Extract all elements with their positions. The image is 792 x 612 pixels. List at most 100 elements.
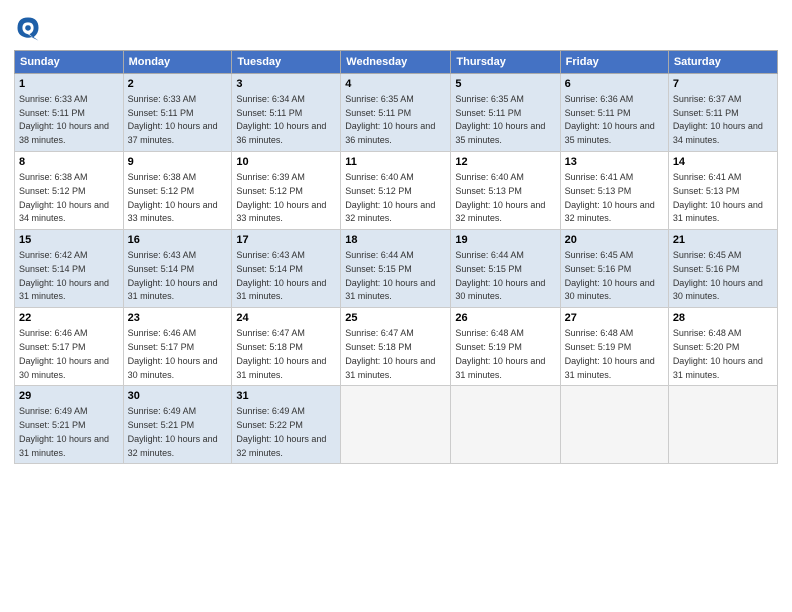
calendar-cell: 5 Sunrise: 6:35 AMSunset: 5:11 PMDaylight… bbox=[451, 74, 560, 152]
day-number: 24 bbox=[236, 311, 336, 326]
calendar-week-3: 15 Sunrise: 6:42 AMSunset: 5:14 PMDayligh… bbox=[15, 230, 778, 308]
day-detail: Sunrise: 6:48 AMSunset: 5:20 PMDaylight:… bbox=[673, 328, 763, 379]
day-detail: Sunrise: 6:49 AMSunset: 5:22 PMDaylight:… bbox=[236, 406, 326, 457]
day-number: 6 bbox=[565, 77, 664, 92]
day-detail: Sunrise: 6:41 AMSunset: 5:13 PMDaylight:… bbox=[565, 172, 655, 223]
calendar-cell bbox=[668, 386, 777, 464]
calendar-cell: 4 Sunrise: 6:35 AMSunset: 5:11 PMDaylight… bbox=[341, 74, 451, 152]
calendar-cell: 8Sunrise: 6:38 AMSunset: 5:12 PMDaylight… bbox=[15, 152, 124, 230]
day-number: 7 bbox=[673, 77, 773, 92]
calendar-cell: 27Sunrise: 6:48 AMSunset: 5:19 PMDayligh… bbox=[560, 308, 668, 386]
day-detail: Sunrise: 6:47 AMSunset: 5:18 PMDaylight:… bbox=[236, 328, 326, 379]
day-number: 27 bbox=[565, 311, 664, 326]
calendar-week-4: 22 Sunrise: 6:46 AMSunset: 5:17 PMDayligh… bbox=[15, 308, 778, 386]
calendar-week-1: 1 Sunrise: 6:33 AMSunset: 5:11 PMDaylight… bbox=[15, 74, 778, 152]
day-number: 22 bbox=[19, 311, 119, 326]
day-detail: Sunrise: 6:33 AMSunset: 5:11 PMDaylight:… bbox=[19, 94, 109, 145]
calendar-header-tuesday: Tuesday bbox=[232, 51, 341, 74]
day-detail: Sunrise: 6:35 AMSunset: 5:11 PMDaylight:… bbox=[345, 94, 435, 145]
day-number: 15 bbox=[19, 233, 119, 248]
calendar-header-monday: Monday bbox=[123, 51, 232, 74]
calendar-cell: 14 Sunrise: 6:41 AMSunset: 5:13 PMDayligh… bbox=[668, 152, 777, 230]
day-number: 18 bbox=[345, 233, 446, 248]
header bbox=[14, 10, 778, 42]
calendar-cell: 15 Sunrise: 6:42 AMSunset: 5:14 PMDayligh… bbox=[15, 230, 124, 308]
calendar-header-saturday: Saturday bbox=[668, 51, 777, 74]
calendar-cell: 19 Sunrise: 6:44 AMSunset: 5:15 PMDayligh… bbox=[451, 230, 560, 308]
calendar-cell: 20Sunrise: 6:45 AMSunset: 5:16 PMDayligh… bbox=[560, 230, 668, 308]
day-number: 30 bbox=[128, 389, 228, 404]
calendar-cell: 28 Sunrise: 6:48 AMSunset: 5:20 PMDayligh… bbox=[668, 308, 777, 386]
day-number: 31 bbox=[236, 389, 336, 404]
day-detail: Sunrise: 6:39 AMSunset: 5:12 PMDaylight:… bbox=[236, 172, 326, 223]
calendar-cell: 18 Sunrise: 6:44 AMSunset: 5:15 PMDayligh… bbox=[341, 230, 451, 308]
day-number: 19 bbox=[455, 233, 555, 248]
day-detail: Sunrise: 6:46 AMSunset: 5:17 PMDaylight:… bbox=[128, 328, 218, 379]
day-detail: Sunrise: 6:49 AMSunset: 5:21 PMDaylight:… bbox=[19, 406, 109, 457]
day-number: 23 bbox=[128, 311, 228, 326]
day-detail: Sunrise: 6:44 AMSunset: 5:15 PMDaylight:… bbox=[455, 250, 545, 301]
day-number: 17 bbox=[236, 233, 336, 248]
logo-icon bbox=[14, 14, 42, 42]
day-number: 13 bbox=[565, 155, 664, 170]
calendar-cell: 24 Sunrise: 6:47 AMSunset: 5:18 PMDayligh… bbox=[232, 308, 341, 386]
day-number: 1 bbox=[19, 77, 119, 92]
day-number: 12 bbox=[455, 155, 555, 170]
calendar-cell: 16 Sunrise: 6:43 AMSunset: 5:14 PMDayligh… bbox=[123, 230, 232, 308]
calendar-cell: 12 Sunrise: 6:40 AMSunset: 5:13 PMDayligh… bbox=[451, 152, 560, 230]
calendar-cell: 30Sunrise: 6:49 AMSunset: 5:21 PMDayligh… bbox=[123, 386, 232, 464]
calendar-cell: 9 Sunrise: 6:38 AMSunset: 5:12 PMDaylight… bbox=[123, 152, 232, 230]
day-number: 9 bbox=[128, 155, 228, 170]
calendar-week-5: 29 Sunrise: 6:49 AMSunset: 5:21 PMDayligh… bbox=[15, 386, 778, 464]
calendar-cell: 25 Sunrise: 6:47 AMSunset: 5:18 PMDayligh… bbox=[341, 308, 451, 386]
calendar-cell: 3 Sunrise: 6:34 AMSunset: 5:11 PMDaylight… bbox=[232, 74, 341, 152]
calendar-cell: 7Sunrise: 6:37 AMSunset: 5:11 PMDaylight… bbox=[668, 74, 777, 152]
calendar-cell bbox=[341, 386, 451, 464]
calendar-cell bbox=[560, 386, 668, 464]
day-number: 16 bbox=[128, 233, 228, 248]
day-number: 5 bbox=[455, 77, 555, 92]
day-number: 8 bbox=[19, 155, 119, 170]
calendar-cell bbox=[451, 386, 560, 464]
calendar-cell: 23 Sunrise: 6:46 AMSunset: 5:17 PMDayligh… bbox=[123, 308, 232, 386]
day-number: 21 bbox=[673, 233, 773, 248]
day-detail: Sunrise: 6:35 AMSunset: 5:11 PMDaylight:… bbox=[455, 94, 545, 145]
calendar-week-2: 8 Sunrise: 6:38 AMSunset: 5:12 PMDaylight… bbox=[15, 152, 778, 230]
day-number: 14 bbox=[673, 155, 773, 170]
day-number: 10 bbox=[236, 155, 336, 170]
day-number: 26 bbox=[455, 311, 555, 326]
day-detail: Sunrise: 6:40 AMSunset: 5:12 PMDaylight:… bbox=[345, 172, 435, 223]
day-number: 29 bbox=[19, 389, 119, 404]
calendar-cell: 29 Sunrise: 6:49 AMSunset: 5:21 PMDayligh… bbox=[15, 386, 124, 464]
day-detail: Sunrise: 6:43 AMSunset: 5:14 PMDaylight:… bbox=[236, 250, 326, 301]
day-detail: Sunrise: 6:47 AMSunset: 5:18 PMDaylight:… bbox=[345, 328, 435, 379]
logo bbox=[14, 14, 46, 42]
calendar-cell: 1 Sunrise: 6:33 AMSunset: 5:11 PMDaylight… bbox=[15, 74, 124, 152]
day-number: 4 bbox=[345, 77, 446, 92]
calendar-cell: 6Sunrise: 6:36 AMSunset: 5:11 PMDaylight… bbox=[560, 74, 668, 152]
day-detail: Sunrise: 6:38 AMSunset: 5:12 PMDaylight:… bbox=[128, 172, 218, 223]
day-detail: Sunrise: 6:45 AMSunset: 5:16 PMDaylight:… bbox=[673, 250, 763, 301]
day-number: 3 bbox=[236, 77, 336, 92]
calendar-table: SundayMondayTuesdayWednesdayThursdayFrid… bbox=[14, 50, 778, 464]
calendar-cell: 17 Sunrise: 6:43 AMSunset: 5:14 PMDayligh… bbox=[232, 230, 341, 308]
day-number: 2 bbox=[128, 77, 228, 92]
calendar-cell: 21 Sunrise: 6:45 AMSunset: 5:16 PMDayligh… bbox=[668, 230, 777, 308]
calendar-cell: 26Sunrise: 6:48 AMSunset: 5:19 PMDayligh… bbox=[451, 308, 560, 386]
calendar-header-friday: Friday bbox=[560, 51, 668, 74]
day-detail: Sunrise: 6:33 AMSunset: 5:11 PMDaylight:… bbox=[128, 94, 218, 145]
calendar-cell: 11 Sunrise: 6:40 AMSunset: 5:12 PMDayligh… bbox=[341, 152, 451, 230]
day-detail: Sunrise: 6:43 AMSunset: 5:14 PMDaylight:… bbox=[128, 250, 218, 301]
calendar-cell: 10 Sunrise: 6:39 AMSunset: 5:12 PMDayligh… bbox=[232, 152, 341, 230]
day-detail: Sunrise: 6:34 AMSunset: 5:11 PMDaylight:… bbox=[236, 94, 326, 145]
day-detail: Sunrise: 6:42 AMSunset: 5:14 PMDaylight:… bbox=[19, 250, 109, 301]
day-number: 28 bbox=[673, 311, 773, 326]
day-number: 25 bbox=[345, 311, 446, 326]
day-detail: Sunrise: 6:40 AMSunset: 5:13 PMDaylight:… bbox=[455, 172, 545, 223]
calendar-header-wednesday: Wednesday bbox=[341, 51, 451, 74]
calendar-cell: 22Sunrise: 6:46 AMSunset: 5:17 PMDayligh… bbox=[15, 308, 124, 386]
day-detail: Sunrise: 6:41 AMSunset: 5:13 PMDaylight:… bbox=[673, 172, 763, 223]
calendar-cell: 31 Sunrise: 6:49 AMSunset: 5:22 PMDayligh… bbox=[232, 386, 341, 464]
day-number: 11 bbox=[345, 155, 446, 170]
day-detail: Sunrise: 6:44 AMSunset: 5:15 PMDaylight:… bbox=[345, 250, 435, 301]
